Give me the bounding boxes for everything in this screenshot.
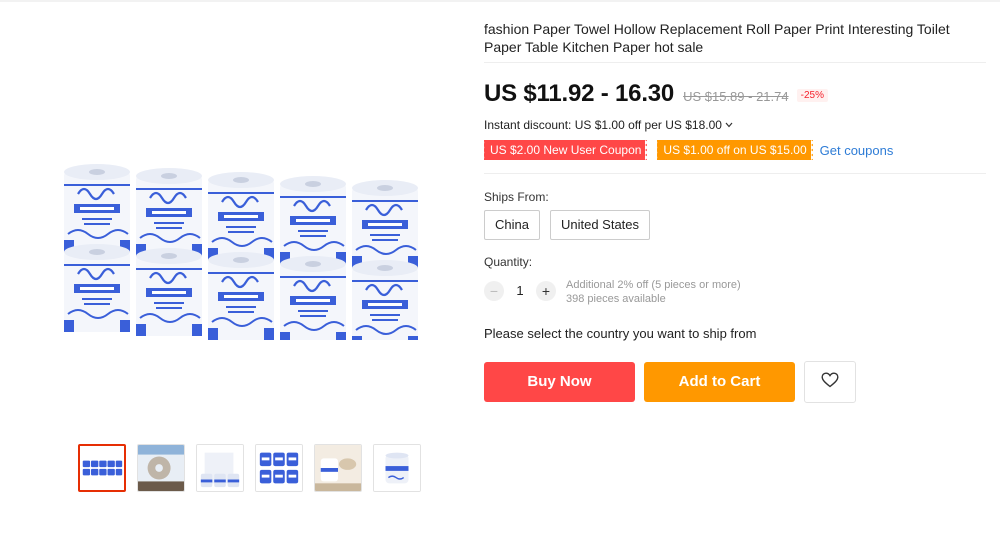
thumbnail-6[interactable] [373,444,421,492]
thumbnail-3[interactable] [196,444,244,492]
heart-icon [821,371,839,393]
toilet-paper-rolls-image [62,162,420,350]
ships-from-label: Ships From: [484,190,549,204]
instant-discount-text: Instant discount: US $1.00 off per US $1… [484,118,722,132]
quantity-decrease-button[interactable]: − [484,281,504,301]
main-product-image[interactable] [62,160,428,350]
thumbnail-4[interactable] [255,444,303,492]
ship-option-united-states[interactable]: United States [549,210,651,240]
get-coupons-link[interactable]: Get coupons [820,143,894,158]
buy-now-button[interactable]: Buy Now [484,362,635,402]
thumbnail-package-image [197,445,243,491]
bulk-discount-text: Additional 2% off (5 pieces or more) [566,279,741,291]
store-coupon[interactable]: US $1.00 off on US $15.00 [655,140,815,160]
action-buttons: Buy Now Add to Cart [484,361,856,403]
ships-from-options: China United States [484,210,651,240]
discount-badge: -25% [796,89,828,102]
quantity-stepper: − 1 + Additional 2% off (5 pieces or mor… [484,278,741,306]
thumbnail-bathroom-image [138,445,184,491]
thumbnail-1[interactable] [78,444,126,492]
product-title: fashion Paper Towel Hollow Replacement R… [484,21,950,55]
quantity-label: Quantity: [484,255,533,269]
original-price: US $15.89 - 21.74 [683,89,789,104]
thumbnail-rolls-image [80,446,124,490]
quantity-increase-button[interactable]: + [536,281,556,301]
instant-discount[interactable]: Instant discount: US $1.00 off per US $1… [484,118,733,132]
title-divider [484,62,986,63]
current-price: US $11.92 - 16.30 [484,80,675,107]
add-to-cart-button[interactable]: Add to Cart [644,362,795,402]
promo-divider [484,173,986,174]
quantity-info: Additional 2% off (5 pieces or more) 398… [566,278,741,306]
thumbnail-strip [78,444,421,492]
thumbnail-2[interactable] [137,444,185,492]
top-divider [0,0,1000,2]
chevron-down-icon [725,120,733,130]
new-user-coupon[interactable]: US $2.00 New User Coupon [481,140,650,160]
ship-notice: Please select the country you want to sh… [484,326,757,341]
wishlist-button[interactable] [804,361,856,403]
thumbnail-5[interactable] [314,444,362,492]
thumbnail-kitchen-image [315,445,361,491]
quantity-value[interactable]: 1 [504,278,536,304]
coupon-row: US $2.00 New User Coupon US $1.00 off on… [481,140,894,160]
price-row: US $11.92 - 16.30 US $15.89 - 21.74 -25% [484,80,828,108]
thumbnail-rolls-grid-image [256,445,302,491]
ship-option-china[interactable]: China [484,210,540,240]
stock-available-text: 398 pieces available [566,293,666,305]
thumbnail-single-roll-image [374,445,420,491]
